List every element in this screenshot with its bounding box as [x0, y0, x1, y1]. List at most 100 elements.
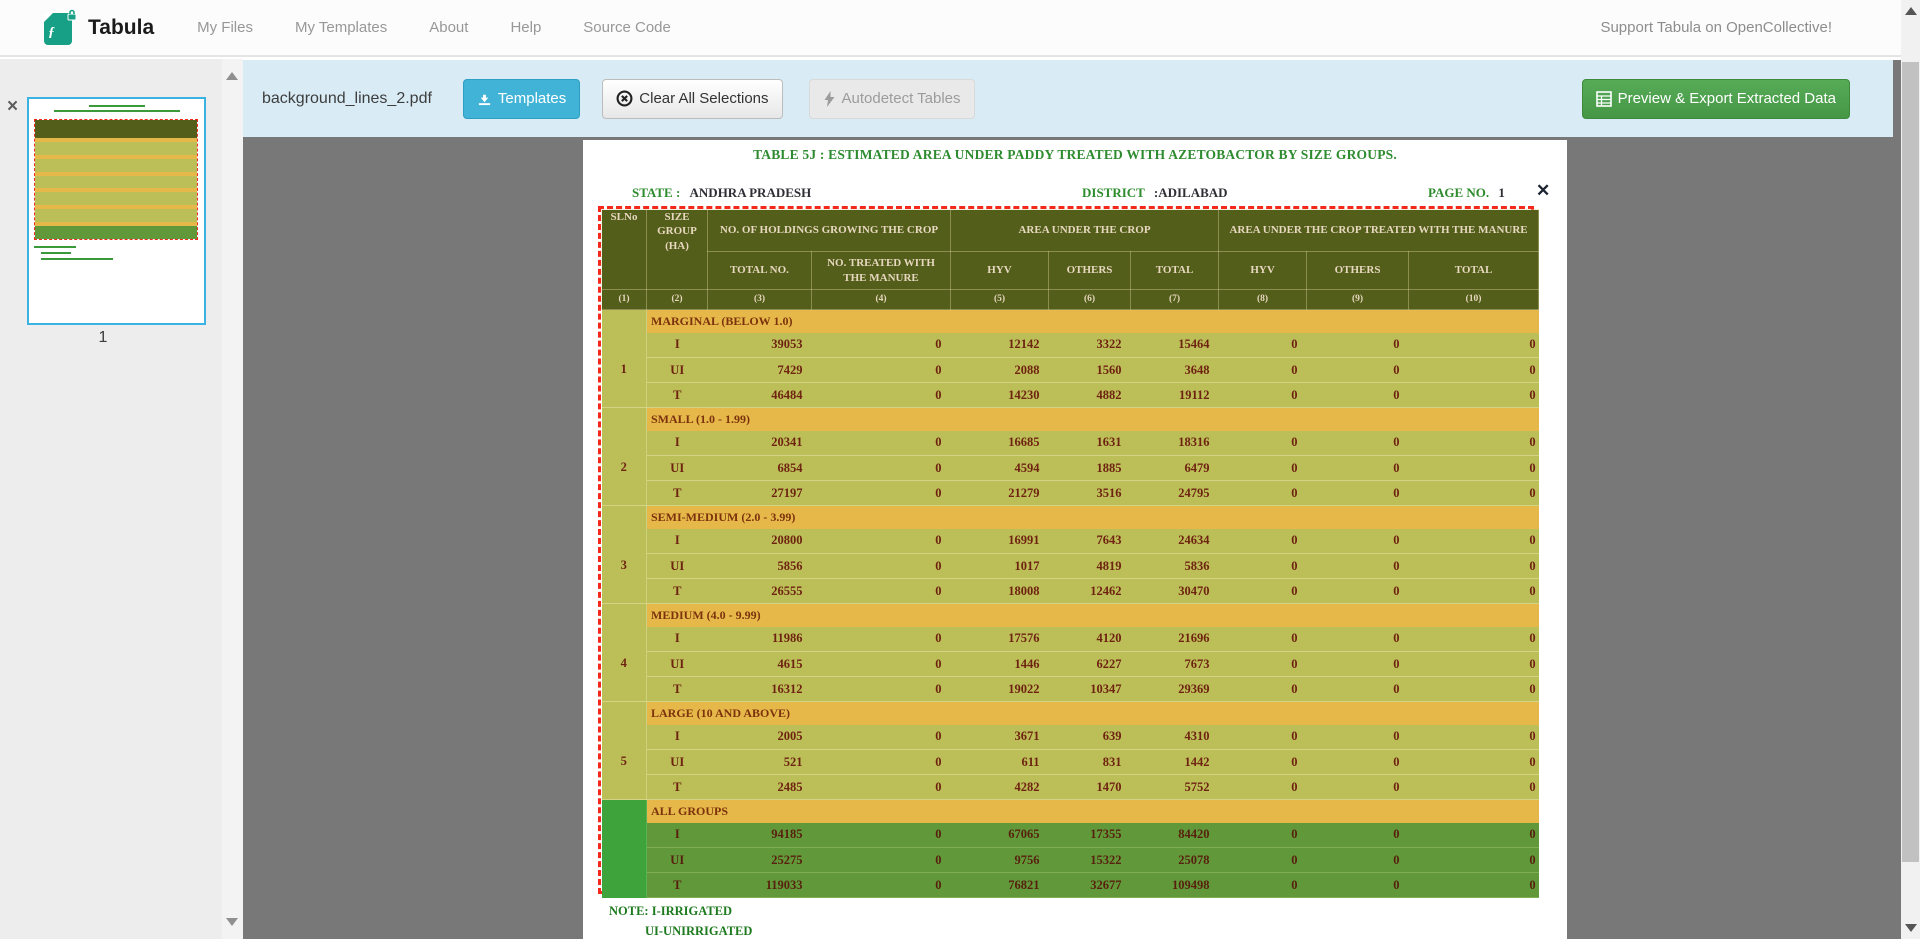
value-cell: 12462: [1049, 579, 1131, 604]
value-cell: 0: [812, 579, 951, 604]
templates-tray-icon: [477, 91, 492, 106]
value-cell: 0: [812, 848, 951, 873]
value-cell: 521: [708, 750, 812, 775]
scroll-down-icon[interactable]: [1905, 924, 1917, 932]
value-cell: 46484: [708, 383, 812, 408]
value-cell: 0: [1307, 775, 1409, 800]
value-cell: 21696: [1131, 627, 1219, 652]
value-cell: 20800: [708, 529, 812, 554]
document-title: TABLE 5J : ESTIMATED AREA UNDER PADDY TR…: [583, 147, 1567, 163]
value-cell: 0: [1409, 652, 1539, 677]
table-row: 3I20800016991764324634000: [602, 529, 1539, 554]
value-cell: 12142: [951, 333, 1049, 358]
clear-all-selections-button[interactable]: Clear All Selections: [602, 79, 782, 119]
value-cell: 0: [812, 383, 951, 408]
value-cell: 0: [1409, 750, 1539, 775]
autodetect-tables-button[interactable]: Autodetect Tables: [809, 79, 975, 119]
nav-item-about[interactable]: About: [408, 19, 489, 36]
nav-item-source-code[interactable]: Source Code: [562, 19, 692, 36]
lock-icon: [66, 9, 78, 21]
sidebar-scroll-down-icon[interactable]: [226, 918, 238, 926]
group-label-row: MARGINAL (BELOW 1.0): [602, 310, 1539, 333]
slno-value: 5: [602, 725, 647, 800]
value-cell: 0: [812, 431, 951, 456]
remove-file-icon[interactable]: ×: [7, 97, 18, 116]
support-link[interactable]: Support Tabula on OpenCollective!: [1600, 19, 1832, 36]
column-header: SLNo: [602, 210, 647, 290]
row-type-cell: T: [647, 579, 708, 604]
value-cell: 109498: [1131, 873, 1219, 898]
value-cell: 4310: [1131, 725, 1219, 750]
value-cell: 0: [812, 456, 951, 481]
slno-cell: [602, 408, 647, 431]
brand-title[interactable]: Tabula: [88, 16, 154, 40]
value-cell: 1631: [1049, 431, 1131, 456]
sub-column-header: HYV: [951, 252, 1049, 290]
table-head: SLNoSIZE GROUP (HA)NO. OF HOLDINGS GROWI…: [602, 210, 1539, 310]
value-cell: 2005: [708, 725, 812, 750]
column-number: (6): [1049, 290, 1131, 310]
value-cell: 1470: [1049, 775, 1131, 800]
value-cell: 11986: [708, 627, 812, 652]
group-label: ALL GROUPS: [647, 800, 1539, 823]
value-cell: 0: [1219, 750, 1307, 775]
sub-column-header: TOTAL NO.: [708, 252, 812, 290]
value-cell: 0: [812, 677, 951, 702]
value-cell: 0: [1307, 848, 1409, 873]
group-label: SEMI-MEDIUM (2.0 - 3.99): [647, 506, 1539, 529]
row-type-cell: I: [647, 725, 708, 750]
table-row: T27197021279351624795000: [602, 481, 1539, 506]
column-number: (8): [1219, 290, 1307, 310]
value-cell: 0: [1307, 554, 1409, 579]
nav-item-help[interactable]: Help: [489, 19, 562, 36]
table-row: UI58560101748195836000: [602, 554, 1539, 579]
preview-export-button[interactable]: Preview & Export Extracted Data: [1582, 79, 1850, 119]
value-cell: 25275: [708, 848, 812, 873]
scrollbar-thumb[interactable]: [1902, 62, 1919, 862]
value-cell: 0: [1409, 456, 1539, 481]
value-cell: 0: [1219, 529, 1307, 554]
row-type-cell: T: [647, 481, 708, 506]
selection-close-icon[interactable]: ✕: [1536, 182, 1550, 199]
district-field: DISTRICT :ADILABAD: [1082, 185, 1228, 201]
value-cell: 24795: [1131, 481, 1219, 506]
row-type-cell: I: [647, 529, 708, 554]
scroll-up-icon[interactable]: [1905, 7, 1917, 15]
value-cell: 4882: [1049, 383, 1131, 408]
nav-item-my-templates[interactable]: My Templates: [274, 19, 408, 36]
page-thumbnail[interactable]: [27, 97, 206, 325]
templates-button[interactable]: Templates: [463, 79, 580, 119]
value-cell: 0: [1219, 848, 1307, 873]
value-cell: 0: [1219, 579, 1307, 604]
value-cell: 26555: [708, 579, 812, 604]
sidebar-scrollbar[interactable]: [222, 59, 243, 939]
value-cell: 0: [812, 358, 951, 383]
page-scrollbar[interactable]: [1901, 0, 1920, 939]
nav-item-my-files[interactable]: My Files: [176, 19, 274, 36]
sub-column-header: OTHERS: [1307, 252, 1409, 290]
table-row: UI74290208815603648000: [602, 358, 1539, 383]
value-cell: 3516: [1049, 481, 1131, 506]
value-cell: 0: [812, 873, 951, 898]
pdf-page[interactable]: TABLE 5J : ESTIMATED AREA UNDER PADDY TR…: [583, 140, 1567, 939]
value-cell: 20341: [708, 431, 812, 456]
tabula-logo-icon[interactable]: ƒ: [44, 9, 78, 47]
slno-value: 1: [602, 333, 647, 408]
value-cell: 0: [1307, 333, 1409, 358]
row-type-cell: UI: [647, 358, 708, 383]
row-type-cell: T: [647, 775, 708, 800]
sidebar-scroll-up-icon[interactable]: [226, 72, 238, 80]
slno-cell: [602, 800, 647, 898]
group-label-row: SEMI-MEDIUM (2.0 - 3.99): [602, 506, 1539, 529]
value-cell: 3322: [1049, 333, 1131, 358]
row-type-cell: UI: [647, 652, 708, 677]
row-type-cell: UI: [647, 456, 708, 481]
table-selection-box[interactable]: SLNoSIZE GROUP (HA)NO. OF HOLDINGS GROWI…: [598, 206, 1534, 894]
value-cell: 0: [812, 750, 951, 775]
row-type-cell: I: [647, 823, 708, 848]
group-label-row: MEDIUM (4.0 - 9.99): [602, 604, 1539, 627]
lightning-bolt-icon: [823, 91, 836, 107]
value-cell: 5752: [1131, 775, 1219, 800]
column-header: AREA UNDER THE CROP: [951, 210, 1219, 252]
value-cell: 24634: [1131, 529, 1219, 554]
